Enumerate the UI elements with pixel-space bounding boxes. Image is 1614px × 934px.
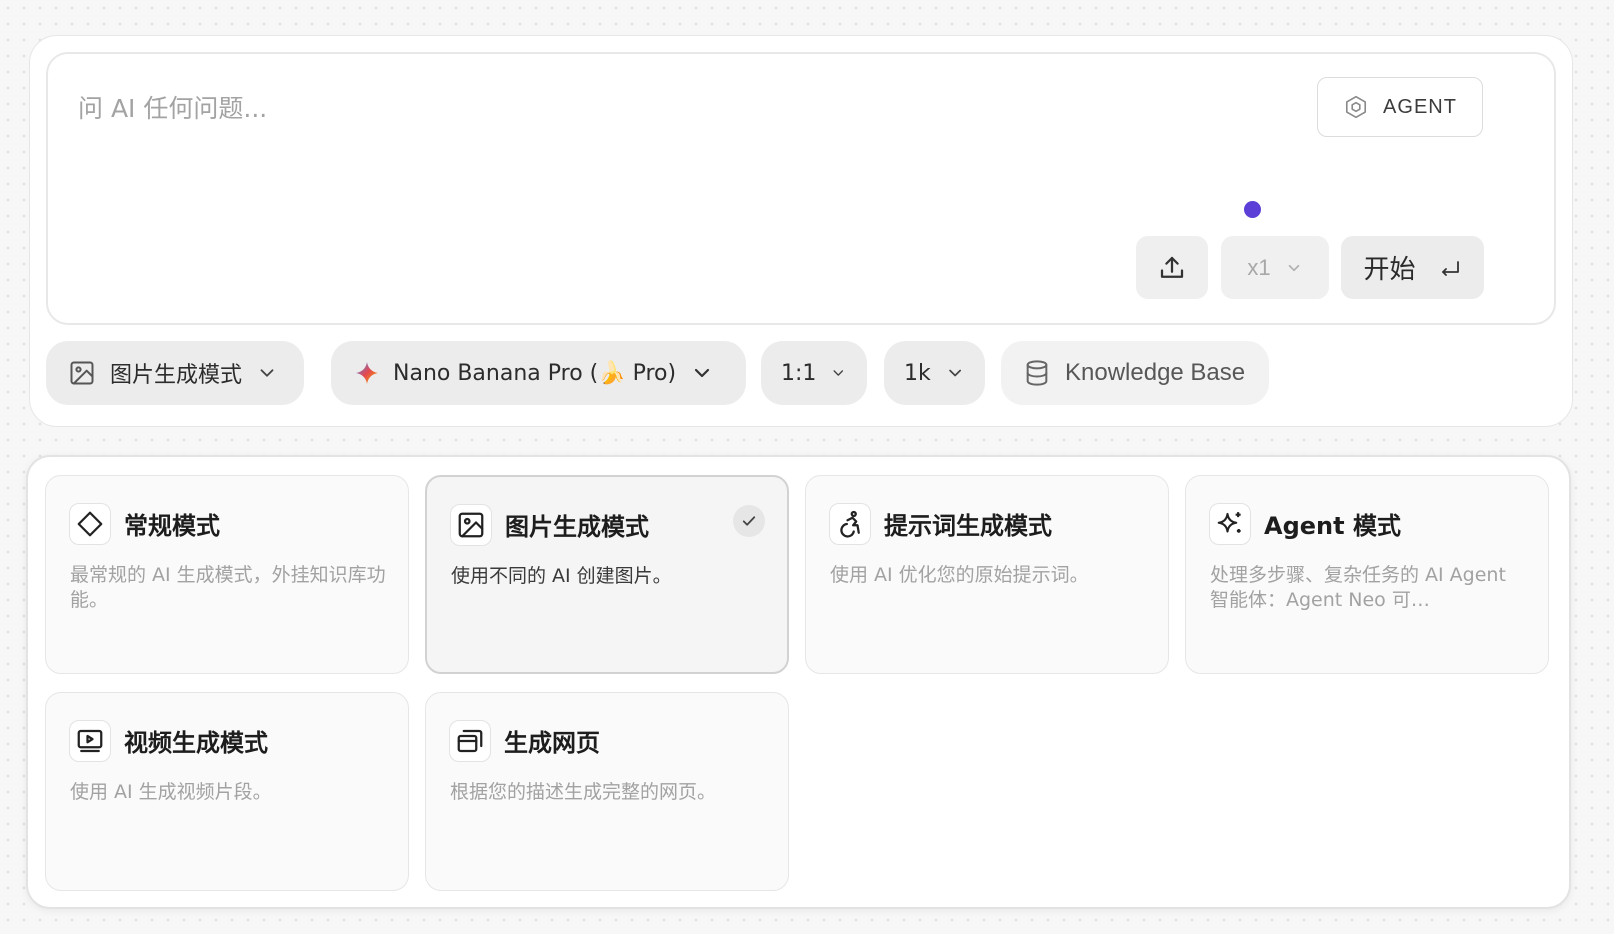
mode-card-description: 使用不同的 AI 创建图片。: [451, 565, 672, 587]
start-button-label: 开始: [1363, 255, 1416, 285]
chevron-down-icon: [695, 368, 710, 378]
chevron-down-icon: [1288, 264, 1299, 271]
chevron-down-icon: [833, 370, 844, 376]
diamond-icon: [69, 503, 111, 545]
check-icon: [733, 505, 765, 537]
upload-button[interactable]: [1136, 236, 1208, 299]
mode-card-video-generation[interactable]: 视频生成模式 使用 AI 生成视频片段。: [45, 692, 409, 891]
prompt-input[interactable]: [78, 88, 1278, 128]
count-select[interactable]: x1: [1221, 236, 1329, 299]
knowledge-base-label: Knowledge Base: [1065, 359, 1246, 386]
prompt-box: AGENT x1 开始: [46, 52, 1556, 325]
agent-button[interactable]: AGENT: [1317, 77, 1483, 137]
agent-button-label: AGENT: [1383, 95, 1457, 118]
gemini-sparkle-icon: [356, 362, 378, 384]
aspect-ratio-label: 1:1: [781, 360, 817, 386]
mode-card-title: 提示词生成模式: [884, 512, 1052, 540]
mode-card-description: 根据您的描述生成完整的网页。: [450, 781, 717, 803]
mode-card-title: 视频生成模式: [124, 729, 268, 757]
sparkles-icon: [1209, 503, 1251, 545]
start-button[interactable]: 开始: [1341, 236, 1484, 299]
mode-card-description: 处理多步骤、复杂任务的 AI Agent 智能体：Agent Neo 可…: [1210, 564, 1506, 611]
mode-select-label: 图片生成模式: [110, 363, 243, 388]
mode-card-title: 常规模式: [124, 512, 220, 540]
aspect-ratio-select[interactable]: 1:1: [761, 341, 867, 405]
agent-cube-icon: [1346, 95, 1367, 119]
enter-key-icon: [1441, 260, 1459, 276]
mode-card-webpage-generation[interactable]: 生成网页 根据您的描述生成完整的网页。: [425, 692, 789, 891]
mode-card-title: 图片生成模式: [505, 513, 649, 541]
windows-icon: [449, 720, 491, 762]
count-value: x1: [1247, 254, 1271, 280]
mode-select[interactable]: 图片生成模式: [46, 341, 304, 405]
accessibility-icon: [829, 503, 871, 545]
mode-card-prompt-generation[interactable]: 提示词生成模式 使用 AI 优化您的原始提示词。: [805, 475, 1169, 674]
image-icon: [70, 361, 94, 385]
model-select-label: Nano Banana Pro (🍌 Pro): [393, 360, 677, 386]
model-select[interactable]: Nano Banana Pro (🍌 Pro): [331, 341, 746, 405]
upload-icon: [1160, 256, 1184, 278]
mode-card-description: 使用 AI 优化您的原始提示词。: [830, 564, 1089, 586]
knowledge-base-button[interactable]: Knowledge Base: [1001, 341, 1269, 405]
mode-card-description: 使用 AI 生成视频片段。: [70, 781, 272, 803]
mode-card-description: 最常规的 AI 生成模式，外挂知识库功能。: [70, 564, 386, 611]
database-icon: [1026, 360, 1048, 386]
mode-card-general[interactable]: 常规模式 最常规的 AI 生成模式，外挂知识库功能。: [45, 475, 409, 674]
mode-card-image-generation[interactable]: 图片生成模式 使用不同的 AI 创建图片。: [425, 475, 789, 674]
mode-card-title: Agent 模式: [1264, 512, 1401, 540]
resolution-label: 1k: [904, 360, 931, 386]
video-icon: [69, 720, 111, 762]
mode-picker-panel: 常规模式 最常规的 AI 生成模式，外挂知识库功能。 图片生成模式 使用不同的 …: [26, 455, 1571, 909]
image-icon: [450, 504, 492, 546]
mode-card-title: 生成网页: [504, 729, 600, 757]
status-dot: [1244, 201, 1261, 218]
chevron-down-icon: [260, 369, 274, 377]
mode-card-agent[interactable]: Agent 模式 处理多步骤、复杂任务的 AI Agent 智能体：Agent …: [1185, 475, 1549, 674]
chevron-down-icon: [948, 369, 961, 377]
resolution-select[interactable]: 1k: [884, 341, 985, 405]
